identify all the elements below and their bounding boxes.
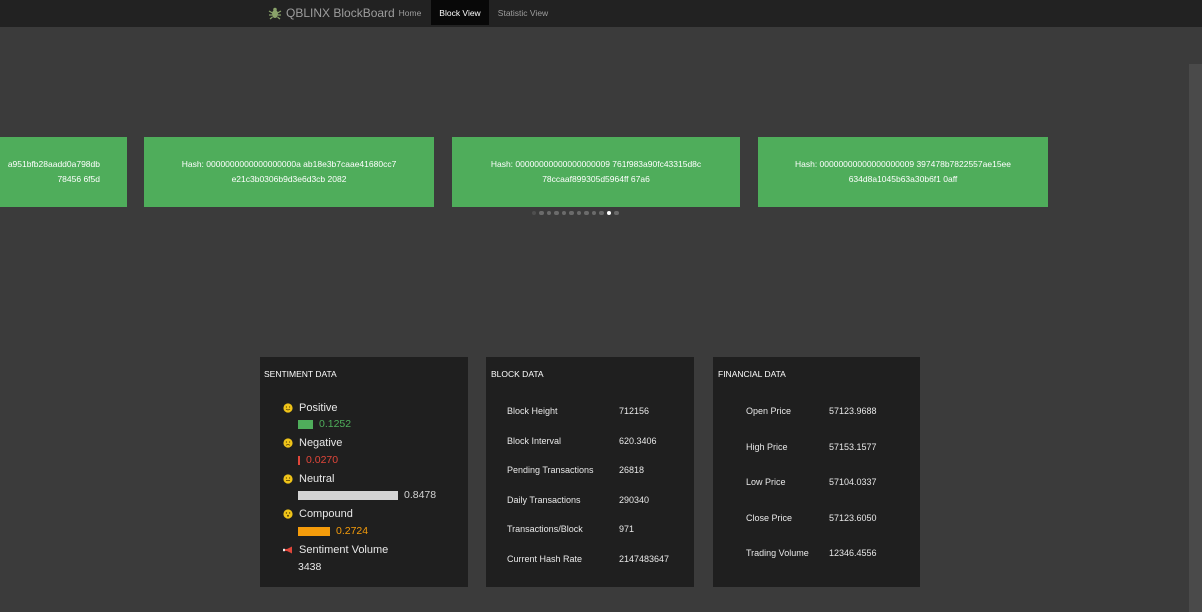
compound-bar-row: 0.2724: [298, 525, 368, 537]
transactions-per-block-label: Transactions/Block: [507, 524, 583, 534]
nav-statistic-view[interactable]: Statistic View: [492, 0, 554, 25]
positive-bar: [298, 419, 313, 429]
block-panel: BLOCK DATA Block Height 712156 Block Int…: [486, 357, 694, 587]
hash-rate-value: 2147483647: [619, 554, 670, 564]
high-price-value: 57153.1577: [829, 442, 877, 452]
block-hash-line-1: Hash: 0000000000000000000a ab18e3b7caae4…: [181, 159, 397, 169]
daily-transactions-label: Daily Transactions: [507, 495, 581, 505]
volume-label: Sentiment Volume: [299, 544, 389, 556]
carousel-dot[interactable]: [569, 210, 574, 216]
open-price-value: 57123.9688: [829, 406, 877, 416]
compound-label: Compound: [299, 508, 353, 520]
bug-logo-icon: [268, 7, 282, 19]
block-carousel[interactable]: a951bfb28aadd0a798db 78456 6f5d Hash: 00…: [0, 137, 1189, 207]
frown-icon: [283, 438, 293, 448]
brand-name: QBLINX BlockBoard: [286, 5, 395, 20]
carousel-dot[interactable]: [614, 210, 619, 216]
trading-volume-label: Trading Volume: [746, 548, 809, 558]
nav-home[interactable]: Home: [392, 0, 428, 25]
block-height-label: Block Height: [507, 406, 558, 416]
block-hash-line-1: a951bfb28aadd0a798db: [7, 159, 100, 169]
neutral-label: Neutral: [299, 473, 335, 485]
carousel-dots: [532, 209, 619, 217]
block-hash-line-1: Hash: 00000000000000000009 761f983a90fc4…: [490, 159, 702, 169]
trading-volume-value: 12346.4556: [829, 548, 877, 558]
block-card[interactable]: Hash: 00000000000000000009 761f983a90fc4…: [452, 137, 740, 207]
compound-face-icon: [283, 509, 293, 519]
compound-row: Compound: [283, 508, 353, 520]
financial-panel: FINANCIAL DATA Open Price 57123.9688 Hig…: [713, 357, 920, 587]
low-price-value: 57104.0337: [829, 477, 877, 487]
negative-value: 0.0270: [306, 454, 339, 466]
carousel-dot[interactable]: [532, 210, 537, 216]
carousel-dot[interactable]: [561, 210, 567, 216]
neutral-value: 0.8478: [404, 489, 437, 501]
carousel-dot[interactable]: [546, 210, 552, 216]
carousel-dot[interactable]: [554, 210, 559, 216]
neutral-bar-row: 0.8478: [298, 489, 436, 501]
navbar: QBLINX BlockBoard Home Block View Statis…: [0, 0, 1202, 27]
block-hash-line-2: 78456 6f5d: [57, 174, 100, 184]
carousel-dot[interactable]: [539, 210, 544, 216]
daily-transactions-value: 290340: [619, 495, 650, 505]
compound-bar: [298, 526, 330, 536]
close-price-value: 57123.6050: [829, 513, 877, 523]
carousel-dot[interactable]: [591, 210, 597, 216]
positive-row: Positive: [283, 402, 338, 414]
block-card[interactable]: a951bfb28aadd0a798db 78456 6f5d: [0, 137, 127, 207]
carousel-dot[interactable]: [576, 210, 582, 216]
smile-icon: [283, 403, 293, 413]
panel-title: FINANCIAL DATA: [718, 369, 786, 379]
close-price-label: Close Price: [746, 513, 793, 523]
volume-value: 3438: [298, 561, 322, 573]
negative-label: Negative: [299, 437, 343, 449]
block-hash-line-2: 78ccaaf899305d5964ff 67a6: [542, 174, 650, 184]
pending-transactions-label: Pending Transactions: [507, 465, 594, 475]
negative-row: Negative: [283, 437, 342, 449]
positive-value: 0.1252: [319, 418, 352, 430]
positive-label: Positive: [299, 402, 338, 414]
block-height-value: 712156: [619, 406, 650, 416]
scrollbar-thumb[interactable]: [1189, 64, 1202, 612]
carousel-dot[interactable]: [584, 210, 589, 216]
neutral-bar: [298, 490, 398, 500]
megaphone-icon: [283, 546, 292, 554]
transactions-per-block-value: 971: [619, 524, 635, 534]
neutral-row: Neutral: [283, 473, 334, 485]
pending-transactions-value: 26818: [619, 465, 645, 475]
carousel-dot[interactable]: [606, 210, 612, 216]
open-price-label: Open Price: [746, 406, 792, 416]
carousel-dot[interactable]: [599, 210, 604, 216]
negative-bar-row: 0.0270: [298, 454, 338, 466]
brand[interactable]: QBLINX BlockBoard: [268, 0, 395, 25]
neutral-face-icon: [283, 474, 293, 484]
low-price-label: Low Price: [746, 477, 786, 487]
block-interval-label: Block Interval: [507, 436, 562, 446]
block-hash-line-2: e21c3b0306b9d3e6d3cb 2082: [231, 174, 347, 184]
negative-bar: [298, 455, 300, 465]
panel-title: SENTIMENT DATA: [264, 369, 337, 379]
high-price-label: High Price: [746, 442, 788, 452]
block-hash-line-2: 634d8a1045b63a30b6f1 0aff: [848, 174, 958, 184]
panel-title: BLOCK DATA: [491, 369, 544, 379]
block-interval-value: 620.3406: [619, 436, 657, 446]
sentiment-panel: SENTIMENT DATA Positive 0.1252 Negative …: [260, 357, 468, 587]
compound-value: 0.2724: [336, 525, 369, 537]
volume-row: Sentiment Volume: [283, 544, 388, 556]
hash-rate-label: Current Hash Rate: [507, 554, 583, 564]
positive-bar-row: 0.1252: [298, 418, 351, 430]
block-card[interactable]: Hash: 0000000000000000000a ab18e3b7caae4…: [144, 137, 434, 207]
block-hash-line-1: Hash: 00000000000000000009 397478b782255…: [794, 159, 1012, 169]
nav-block-view[interactable]: Block View: [431, 0, 489, 25]
block-card[interactable]: Hash: 00000000000000000009 397478b782255…: [758, 137, 1048, 207]
